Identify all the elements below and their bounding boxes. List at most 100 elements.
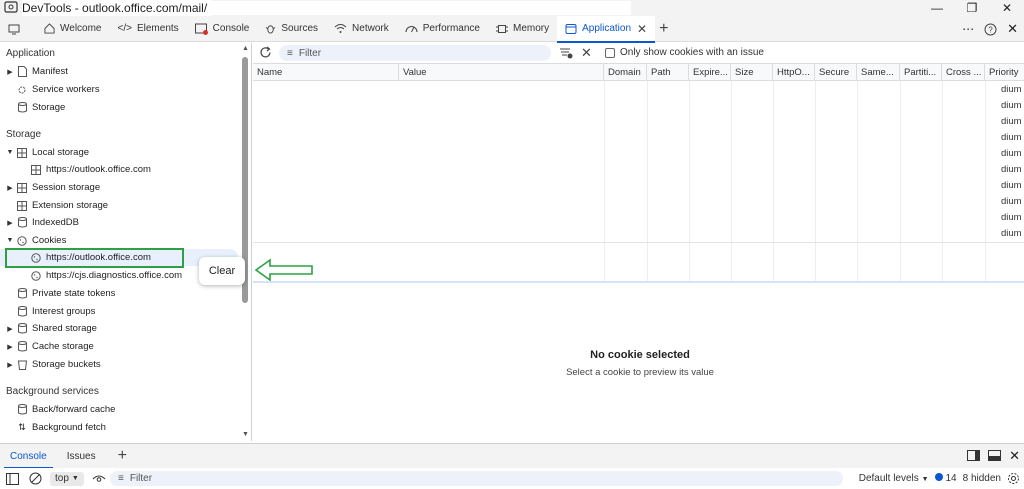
cookie-filter-input[interactable]: ≡ Filter [279,45,551,61]
table-resize-divider[interactable] [253,281,1024,283]
column-size[interactable]: Size [731,64,773,81]
dropdown-arrow-icon: ▼ [71,475,79,482]
database-icon [16,102,28,114]
section-application: Application [6,48,55,59]
sidebar-item-session-storage[interactable]: ▶ Session storage [0,179,100,196]
sidebar-item-indexeddb[interactable]: ▶ IndexedDB [0,214,79,231]
scroll-down-arrow-icon[interactable]: ▼ [242,431,249,438]
device-icon [8,24,20,34]
only-issues-checkbox[interactable]: Only show cookies with an issue [605,47,764,58]
dock-bottom-icon[interactable] [988,450,1002,461]
minimize-button[interactable]: — [920,0,954,16]
sidebar-item-shared-storage[interactable]: ▶ Shared storage [0,320,97,337]
close-tab-icon[interactable]: ✕ [637,22,647,36]
tab-elements[interactable]: </> Elements [110,16,187,42]
cookies-toolbar: ≡ Filter ✕ Only show cookies with an iss… [253,43,1024,63]
sidebar-item-bfcache[interactable]: Back/forward cache [16,401,115,418]
more-tools-icon[interactable]: ⋯ [962,22,974,36]
close-window-button[interactable]: ✕ [990,0,1024,16]
sidebar-item-storage[interactable]: Storage [16,99,65,116]
clear-all-cookies-icon[interactable]: ✕ [581,45,592,61]
console-filter-input[interactable]: ≡ Filter [110,471,843,486]
collapse-arrow-icon[interactable]: ▼ [4,237,16,244]
add-drawer-tab-icon[interactable]: + [118,447,127,465]
sidebar-item-local-storage-origin[interactable]: https://outlook.office.com [30,161,151,178]
application-sidebar: Application ▶ Manifest Service workers S… [0,43,252,441]
sidebar-item-manifest[interactable]: ▶ Manifest [0,63,68,80]
wifi-icon [334,24,347,33]
restore-button[interactable]: ❐ [955,0,989,16]
device-toggle-button[interactable] [0,16,36,42]
priority-cell: dium [1001,116,1022,127]
window-title: DevTools - outlook.office.com/mail/ [22,0,212,16]
database-icon [16,341,28,353]
column-priority[interactable]: Priority [985,64,1024,81]
scroll-up-arrow-icon[interactable]: ▲ [242,45,249,52]
sidebar-item-storage-buckets[interactable]: ▶ Storage buckets [0,356,101,373]
clear-tooltip[interactable]: Clear [199,257,245,285]
column-domain[interactable]: Domain [604,64,647,81]
drawer-tab-console[interactable]: Console [0,444,57,469]
column-expires[interactable]: Expire... [689,64,731,81]
sidebar-toggle-icon[interactable] [6,472,19,485]
code-icon: </> [117,23,132,34]
tab-application[interactable]: Application ✕ [557,15,656,43]
collapse-arrow-icon[interactable]: ▼ [4,149,16,156]
column-httponly[interactable]: HttpO... [773,64,815,81]
log-levels-dropdown[interactable]: Default levels ▼ [859,473,929,484]
sidebar-item-private-state-tokens[interactable]: Private state tokens [16,285,115,302]
add-tab-icon[interactable]: + [659,20,668,38]
expand-arrow-icon[interactable]: ▶ [4,361,16,369]
tab-memory[interactable]: Memory [488,16,557,42]
expand-arrow-icon[interactable]: ▶ [4,343,16,351]
tab-performance[interactable]: Performance [397,16,488,42]
section-background-services: Background services [6,386,99,397]
column-secure[interactable]: Secure [815,64,857,81]
issues-counter[interactable]: 14 [934,473,957,484]
up-down-arrows-icon: ⇅ [18,422,26,432]
expand-arrow-icon[interactable]: ▶ [4,184,16,192]
column-cross-site[interactable]: Cross ... [942,64,985,81]
column-value[interactable]: Value [399,64,604,81]
sidebar-item-extension-storage[interactable]: Extension storage [16,197,108,214]
tab-welcome[interactable]: Welcome [36,16,110,42]
dock-side-icon[interactable] [967,450,981,461]
tab-sources[interactable]: Sources [257,16,326,42]
expand-arrow-icon[interactable]: ▶ [4,325,16,333]
tab-network[interactable]: Network [326,16,397,42]
sidebar-item-cookie-cjs[interactable]: https://cjs.diagnostics.office.com [30,267,182,284]
sidebar-item-service-workers[interactable]: Service workers [16,81,100,98]
clear-console-icon[interactable] [29,472,42,485]
cookies-table: Name Value Domain Path Expire... Size Ht… [253,63,1024,281]
column-name[interactable]: Name [253,64,399,81]
eye-icon[interactable] [92,474,106,484]
expand-arrow-icon[interactable]: ▶ [4,68,16,76]
drawer-tab-issues[interactable]: Issues [57,444,106,469]
table-header: Name Value Domain Path Expire... Size Ht… [253,64,1024,81]
gear-icon [16,84,28,96]
column-partition[interactable]: Partiti... [900,64,942,81]
sidebar-item-interest-groups[interactable]: Interest groups [16,303,95,320]
settings-gear-icon[interactable] [1007,472,1020,485]
column-samesite[interactable]: Same... [857,64,900,81]
priority-cell: dium [1001,228,1022,239]
tab-console[interactable]: Console [187,16,258,42]
sidebar-item-background-fetch[interactable]: ⇅ Background fetch [16,419,106,436]
sidebar-item-cookies[interactable]: ▼ Cookies [0,232,67,249]
sidebar-item-local-storage[interactable]: ▼ Local storage [0,144,90,161]
clear-filtered-cookies-icon[interactable] [559,47,573,59]
grid-icon [16,182,28,194]
expand-arrow-icon[interactable]: ▶ [4,219,16,227]
document-icon [16,66,28,78]
refresh-icon[interactable] [259,46,272,59]
grid-icon [30,164,42,176]
context-selector[interactable]: top ▼ [50,471,84,486]
bug-icon [266,25,276,34]
close-devtools-icon[interactable]: ✕ [1007,21,1018,37]
help-icon[interactable]: ? [984,23,997,36]
database-icon [16,404,28,416]
console-icon [194,23,208,35]
sidebar-item-cache-storage[interactable]: ▶ Cache storage [0,338,94,355]
close-drawer-icon[interactable]: ✕ [1009,448,1020,464]
column-path[interactable]: Path [647,64,689,81]
